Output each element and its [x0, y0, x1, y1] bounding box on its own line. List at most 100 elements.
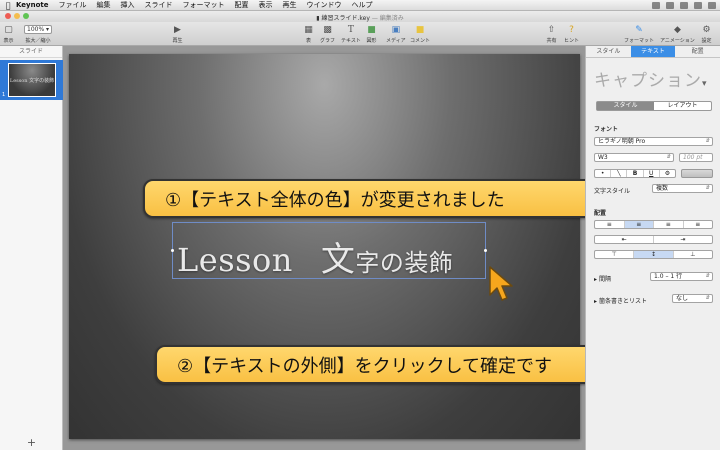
bullets-select[interactable]: なし ⇵	[672, 294, 713, 303]
font-weight-select[interactable]: W3 ⇵	[594, 153, 674, 162]
menu-view[interactable]: 表示	[259, 0, 273, 10]
tab-text[interactable]: テキスト	[630, 46, 676, 57]
menu-app-name[interactable]: Keynote	[16, 1, 49, 9]
slide-canvas[interactable]: Lesson 文字の装飾 ①【テキスト全体の色】が変更されました ②【テキストの外…	[63, 46, 663, 450]
zoom-label: 拡大／縮小	[25, 38, 51, 44]
text-color-well[interactable]	[681, 169, 713, 178]
tips-label: ヒント	[564, 38, 580, 44]
align-center-button[interactable]: ≡	[624, 221, 654, 228]
text-button[interactable]: T テキスト	[341, 24, 361, 45]
stepper-icon: ⇵	[705, 295, 710, 301]
spacing-select[interactable]: 1.0 – 1 行 ⇵	[650, 272, 713, 281]
alignment-section-label: 配置	[594, 210, 607, 217]
char-style-label: 文字スタイル	[594, 188, 631, 195]
play-label: 再生	[172, 38, 183, 44]
comment-button[interactable]: ■ コメント	[410, 24, 431, 45]
format-button[interactable]: ✎ フォーマット	[624, 24, 654, 45]
tips-button[interactable]: ? ヒント	[564, 24, 580, 45]
menu-window[interactable]: ウインドウ	[307, 0, 342, 10]
menu-slide[interactable]: スライド	[145, 0, 173, 10]
char-style-value: 複数	[656, 185, 669, 192]
bullet-style-button[interactable]: •	[595, 170, 612, 177]
bullets-row[interactable]: ▸ 箇条書きとリスト	[594, 296, 647, 305]
font-size-field[interactable]: 100 pt	[679, 153, 713, 162]
shape-button[interactable]: ■ 図形	[366, 24, 377, 45]
more-options-button[interactable]: ⚙	[660, 170, 675, 177]
edited-status: — 編集済み	[371, 15, 404, 22]
play-icon: ▶	[174, 24, 181, 35]
bold-button[interactable]: B	[627, 170, 644, 177]
comment-label: コメント	[410, 38, 431, 44]
char-style-select[interactable]: 複数 ⇵	[652, 184, 713, 193]
spacing-row[interactable]: ▸ 間隔	[594, 274, 611, 283]
shape-icon: ■	[367, 24, 376, 35]
italic-slant-button[interactable]: ╲	[611, 170, 628, 177]
align-middle-button[interactable]: ↕	[634, 251, 674, 258]
menu-list-icon[interactable]	[708, 2, 716, 9]
table-button[interactable]: ▦ 表	[303, 24, 314, 45]
menu-format[interactable]: フォーマット	[183, 0, 225, 10]
segment-layout[interactable]: レイアウト	[654, 102, 711, 110]
play-button[interactable]: ▶ 再生	[172, 24, 183, 45]
font-section-label: フォント	[594, 126, 619, 133]
font-weight-value: W3	[598, 154, 608, 161]
resize-handle-left[interactable]	[171, 249, 174, 252]
shape-label: 図形	[366, 38, 377, 44]
slide-thumbnail[interactable]: Lesson 文字の装飾	[8, 63, 56, 97]
decrease-indent-button[interactable]: ⇤	[595, 236, 654, 243]
slide-title-text[interactable]: Lesson 文字の装飾	[177, 232, 453, 281]
share-button[interactable]: ⇧ 共有	[546, 24, 557, 45]
title-jp-large: 文	[320, 240, 356, 280]
add-slide-button[interactable]: +	[0, 436, 63, 450]
zoom-control[interactable]: 100% ▾ 拡大／縮小	[24, 24, 52, 44]
search-icon[interactable]	[694, 2, 702, 9]
chart-button[interactable]: ▩ グラフ	[320, 24, 336, 45]
callout-step-2-text: ②【テキストの外側】をクリックして確定です	[177, 355, 553, 377]
thumbnail-text: Lesson 文字の装飾	[9, 77, 55, 84]
wifi-icon[interactable]	[652, 2, 660, 9]
underline-button[interactable]: U	[644, 170, 660, 177]
media-button[interactable]: ▣ メディア	[386, 24, 406, 45]
zoom-select[interactable]: 100% ▾	[24, 25, 52, 34]
font-size-value: 100 pt	[683, 154, 703, 161]
paragraph-style-picker[interactable]: キャプション▾	[594, 66, 708, 91]
callout-step-1: ①【テキスト全体の色】が変更されました	[143, 179, 624, 218]
tab-style[interactable]: スタイル	[586, 46, 631, 57]
comment-icon: ■	[415, 24, 425, 35]
volume-icon[interactable]	[666, 2, 674, 9]
chevron-down-icon: ▾	[702, 79, 708, 89]
paragraph-style-name: キャプション	[594, 71, 702, 91]
chart-label: グラフ	[320, 38, 336, 44]
document-name: 練習スライド.key	[321, 15, 370, 22]
slide-navigator: スライド 1 Lesson 文字の装飾 +	[0, 46, 63, 450]
menu-insert[interactable]: 挿入	[121, 0, 135, 10]
view-button[interactable]: ▢ 表示	[3, 24, 14, 45]
share-icon: ⇧	[547, 24, 556, 35]
battery-icon[interactable]	[680, 2, 688, 9]
tab-arrange[interactable]: 配置	[675, 46, 720, 57]
align-bottom-button[interactable]: ⊥	[674, 251, 712, 258]
animate-button[interactable]: ◆ アニメーション	[660, 24, 695, 45]
animate-label: アニメーション	[660, 38, 695, 44]
setup-button[interactable]: ⚙ 設定	[701, 24, 712, 45]
resize-handle-right[interactable]	[484, 249, 487, 252]
menu-edit[interactable]: 編集	[97, 0, 111, 10]
menu-help[interactable]: ヘルプ	[352, 0, 373, 10]
align-left-button[interactable]: ≡	[595, 221, 625, 228]
table-icon: ▦	[304, 24, 313, 35]
align-top-button[interactable]: ⊤	[595, 251, 635, 258]
apple-icon[interactable]: 	[0, 1, 16, 10]
slide-thumbnail-selected[interactable]: 1 Lesson 文字の装飾	[0, 60, 63, 100]
align-justify-button[interactable]: ≡	[684, 221, 713, 228]
increase-indent-button[interactable]: ⇥	[654, 236, 712, 243]
menu-arrange[interactable]: 配置	[235, 0, 249, 10]
window-title: ▮ 練習スライド.key — 編集済み	[0, 13, 720, 22]
title-latin: Lesson	[177, 241, 293, 279]
menu-play[interactable]: 再生	[283, 0, 297, 10]
navigator-header: スライド	[0, 46, 62, 58]
segment-style[interactable]: スタイル	[597, 102, 654, 110]
font-family-select[interactable]: ヒラギノ明朝 Pro ⇵	[594, 137, 713, 146]
align-right-button[interactable]: ≡	[654, 221, 684, 228]
menu-file[interactable]: ファイル	[59, 0, 87, 10]
media-label: メディア	[386, 38, 406, 44]
